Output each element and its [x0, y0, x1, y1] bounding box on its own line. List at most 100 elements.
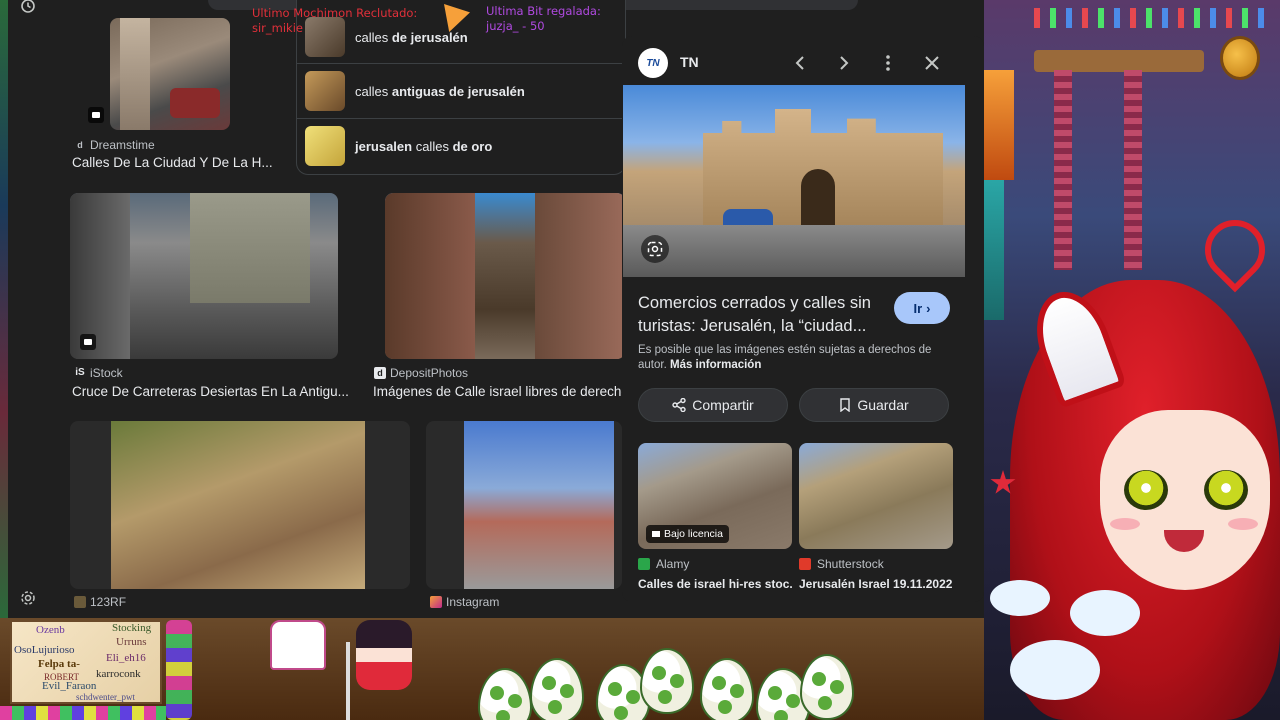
result-thumbnail[interactable]: [70, 193, 338, 359]
similar-caption[interactable]: Calles de israel hi-res stoc...: [638, 577, 792, 591]
wall-shape: [535, 193, 625, 359]
bits-alert-user: juzja_ - 50: [486, 19, 545, 33]
source-name: iStock: [90, 366, 123, 380]
wall-shape: [385, 193, 475, 359]
result-source: d Dreamstime: [74, 138, 155, 152]
chevron-left-icon[interactable]: [785, 48, 815, 78]
close-icon[interactable]: [917, 48, 947, 78]
share-button[interactable]: Compartir: [638, 388, 788, 422]
result-caption[interactable]: Calles De La Ciudad Y De La H...: [72, 155, 282, 170]
chevron-right-icon: ›: [926, 300, 931, 316]
result-thumbnail[interactable]: [464, 421, 614, 589]
license-badge: Bajo licencia: [646, 525, 729, 543]
related-search-item[interactable]: calles antiguas de jerusalén: [305, 68, 625, 114]
cloud: [990, 580, 1050, 616]
similar-caption[interactable]: Jerusalén Israel 19.11.2022...: [799, 577, 953, 591]
related-search-text: jerusalen calles de oro: [355, 138, 493, 154]
panel-source-name[interactable]: TN: [680, 54, 699, 70]
depositphotos-icon: d: [374, 367, 386, 379]
source-name: Dreamstime: [90, 138, 155, 152]
save-label: Guardar: [857, 397, 909, 413]
source-name: Instagram: [446, 595, 500, 609]
source-name: 123RF: [90, 595, 127, 609]
chevron-right-icon[interactable]: [829, 48, 859, 78]
related-thumbnail: [305, 71, 345, 111]
chat-name: Evil_Faraon: [42, 680, 97, 692]
similar-image-card[interactable]: Shutterstock Jerusalén Israel 19.11.2022…: [799, 443, 953, 591]
coin-icon: [1220, 36, 1260, 80]
recruit-alert-user: sir_mikie: [252, 21, 303, 35]
image-badge-icon: [80, 334, 96, 350]
chat-name: schdwenter_pwt: [76, 692, 135, 702]
lens-icon[interactable]: [641, 235, 669, 263]
avatar-eye-right: [1204, 470, 1248, 510]
result-thumbnail-frame: [426, 421, 622, 589]
browser-window: d Dreamstime Calles De La Ciudad Y De La…: [8, 0, 984, 618]
pixel-character: [270, 620, 326, 670]
image-badge-icon: [88, 107, 104, 123]
result-caption[interactable]: Imágenes de Calle israel libres de derec…: [373, 384, 623, 399]
visit-button[interactable]: Ir ›: [894, 292, 950, 324]
more-vert-icon[interactable]: [873, 48, 903, 78]
share-icon: [672, 398, 686, 412]
chat-names-box: Ozenb Stocking Urruns OsoLujurioso Eli_e…: [10, 620, 162, 704]
chat-name: Ozenb: [36, 624, 65, 636]
gear-icon[interactable]: [18, 588, 38, 608]
alamy-icon: [638, 558, 650, 570]
more-info-link[interactable]: Más información: [670, 359, 761, 371]
result-source: iS iStock: [74, 366, 123, 380]
result-thumbnail[interactable]: [110, 18, 230, 130]
yoshi-egg: [640, 648, 694, 714]
divider: [297, 118, 627, 119]
avatar-heart-ahoge: [1192, 207, 1278, 293]
avatar-eye-left: [1124, 470, 1168, 510]
related-search-item[interactable]: jerusalen calles de oro: [305, 123, 625, 169]
yoshi-egg: [700, 658, 754, 720]
vtuber-avatar: [990, 207, 1280, 720]
save-button[interactable]: Guardar: [799, 388, 949, 422]
related-search-item[interactable]: calles de jerusalén: [305, 14, 625, 60]
bookmark-icon: [840, 398, 851, 412]
wall-shape: [190, 193, 310, 303]
cloud: [1070, 590, 1140, 636]
result-caption[interactable]: Cruce De Carreteras Desiertas En La Anti…: [72, 384, 352, 399]
chat-name: Urruns: [116, 636, 147, 648]
license-icon: [652, 531, 660, 537]
panel-hero-image[interactable]: [623, 85, 965, 277]
related-searches: calles de jerusalén calles antiguas de j…: [296, 0, 627, 175]
avatar-blush: [1110, 518, 1140, 530]
cloud: [1010, 640, 1100, 700]
plaza: [623, 225, 965, 277]
yoshi-egg: [800, 654, 854, 720]
result-thumbnail[interactable]: [385, 193, 625, 359]
visit-button-label: Ir: [913, 300, 923, 316]
result-thumbnail-frame: [70, 421, 410, 589]
similar-image[interactable]: [799, 443, 953, 549]
result-thumbnail[interactable]: [111, 421, 365, 589]
related-thumbnail: [305, 126, 345, 166]
license-label: Bajo licencia: [664, 528, 723, 540]
side-rail: [8, 0, 48, 618]
yoshi-egg: [478, 668, 532, 720]
result-source: d DepositPhotos: [374, 366, 468, 380]
sun-decoration: [984, 70, 1014, 180]
left-deco-strip: [0, 0, 8, 620]
image-detail-panel: TN TN Comercios cerrados y calles sin tu…: [622, 36, 984, 602]
chat-name: Eli_eh16: [106, 652, 146, 664]
pixel-character: [356, 620, 412, 690]
similar-image-card[interactable]: Bajo licencia Alamy Calles de israel hi-…: [638, 443, 792, 591]
chat-name: Stocking: [112, 622, 152, 634]
chat-name: karroconk: [96, 668, 141, 680]
result-source: Instagram: [430, 595, 499, 609]
umbrella-shape: [723, 209, 773, 225]
wall-shape: [70, 193, 130, 359]
hearts-decoration: [166, 620, 192, 720]
tower-top: [1034, 50, 1204, 72]
divider: [297, 63, 627, 64]
similar-image[interactable]: Bajo licencia: [638, 443, 792, 549]
source-logo[interactable]: TN: [638, 48, 668, 78]
source-name: Alamy: [656, 557, 690, 571]
history-icon[interactable]: [18, 0, 38, 16]
result-source: 123RF: [74, 595, 126, 609]
panel-title[interactable]: Comercios cerrados y calles sin turistas…: [638, 292, 888, 338]
